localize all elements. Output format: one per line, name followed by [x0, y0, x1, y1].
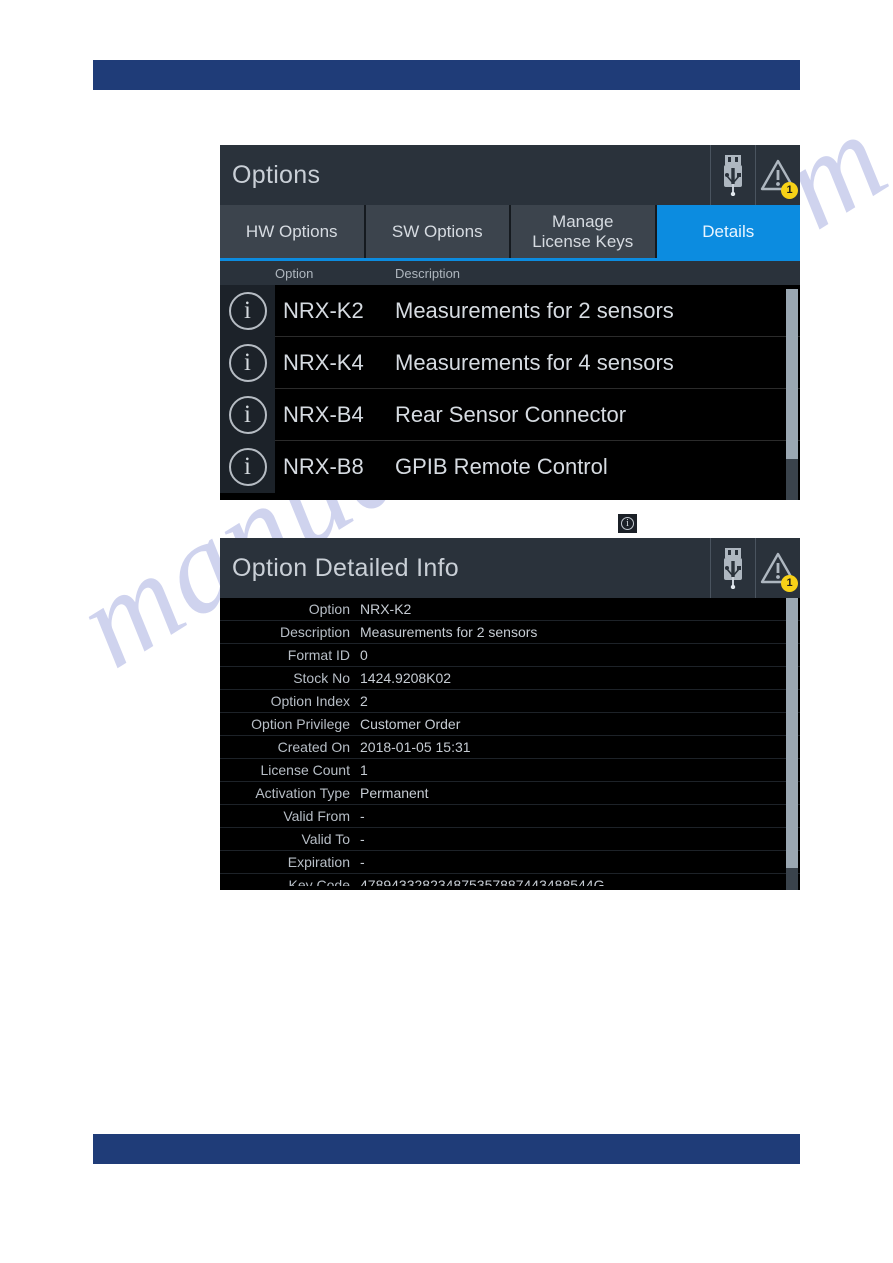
tab-sw-options[interactable]: SW Options: [365, 205, 509, 258]
row-option-name: NRX-K4: [283, 349, 364, 375]
detail-scrollbar[interactable]: [786, 598, 798, 890]
detail-row: License Count 1: [220, 759, 800, 782]
options-table-body: i NRX-K2 Measurements for 2 sensors i NR…: [220, 284, 800, 493]
detail-label: Option Privilege: [251, 716, 350, 732]
detail-row: Stock No 1424.9208K02: [220, 667, 800, 690]
usb-icon: [724, 155, 742, 196]
usb-status-cell[interactable]: [710, 145, 755, 205]
detail-value: Customer Order: [360, 716, 461, 732]
detail-value: -: [360, 808, 365, 824]
detail-value: 0: [360, 647, 368, 663]
options-panel-title: Options: [232, 160, 321, 189]
detail-label: Activation Type: [255, 785, 350, 801]
detail-row: Expiration -: [220, 851, 800, 874]
tab-manage-license-keys-line1: Manage: [552, 212, 614, 232]
tab-hw-options[interactable]: HW Options: [220, 205, 364, 258]
detail-label: License Count: [260, 762, 350, 778]
table-row[interactable]: i NRX-B8 GPIB Remote Control: [220, 441, 800, 493]
warning-status-cell[interactable]: 1: [755, 145, 800, 205]
detail-label: Expiration: [287, 854, 350, 870]
detail-row: Key Code 478943328234875357887443488544G: [220, 874, 800, 886]
detail-row: Option Privilege Customer Order: [220, 713, 800, 736]
options-panel-titlebar: Options 1: [220, 145, 800, 205]
detail-row: Option Index 2: [220, 690, 800, 713]
options-tab-bar: HW Options SW Options Manage License Key…: [220, 205, 800, 261]
detail-value: 478943328234875357887443488544G: [360, 877, 605, 886]
warning-status-cell[interactable]: 1: [755, 538, 800, 598]
detail-row: Valid From -: [220, 805, 800, 828]
tab-details[interactable]: Details: [656, 205, 800, 258]
detail-label: Created On: [277, 739, 350, 755]
inline-info-chip[interactable]: i: [618, 514, 637, 533]
detail-label: Valid To: [301, 831, 350, 847]
info-icon: i: [228, 343, 267, 382]
detail-label: Stock No: [293, 670, 350, 686]
options-scrollbar-thumb[interactable]: [786, 289, 798, 459]
detail-panel-titlebar: Option Detailed Info 1: [220, 538, 800, 598]
detail-row: Valid To -: [220, 828, 800, 851]
detail-label: Key Code: [288, 877, 350, 886]
detail-scrollbar-track[interactable]: [786, 868, 798, 890]
row-option-name: NRX-K2: [283, 297, 364, 323]
detail-label: Format ID: [287, 647, 350, 663]
options-scrollbar-track[interactable]: [786, 459, 798, 500]
detail-label: Option Index: [270, 693, 350, 709]
warning-badge-count: 1: [781, 182, 798, 199]
detail-scrollbar-thumb[interactable]: [786, 598, 798, 868]
usb-icon: [724, 548, 742, 589]
detail-label: Valid From: [283, 808, 350, 824]
table-row[interactable]: i NRX-B4 Rear Sensor Connector: [220, 388, 800, 441]
row-option-description: Measurements for 2 sensors: [395, 297, 674, 323]
row-option-description: Rear Sensor Connector: [395, 401, 627, 427]
detail-row: Created On 2018-01-05 15:31: [220, 736, 800, 759]
document-footer-bar: [93, 1134, 800, 1164]
options-panel: Options 1 HW Options SW Options Manage L…: [220, 145, 800, 500]
info-icon: i: [228, 291, 267, 330]
detail-value: Measurements for 2 sensors: [360, 624, 538, 640]
detail-value: Permanent: [360, 785, 429, 801]
detail-value: 1424.9208K02: [360, 670, 452, 686]
detail-row: Format ID 0: [220, 644, 800, 667]
row-option-description: GPIB Remote Control: [395, 454, 608, 479]
row-info-button[interactable]: i: [220, 388, 275, 441]
row-info-button[interactable]: i: [220, 336, 275, 389]
table-row[interactable]: i NRX-K2 Measurements for 2 sensors: [220, 284, 800, 337]
info-icon: i: [228, 448, 267, 486]
document-header-bar: [93, 60, 800, 90]
detail-value: -: [360, 831, 365, 847]
detail-value: 1: [360, 762, 368, 778]
info-icon: i: [228, 395, 267, 434]
options-scrollbar[interactable]: [786, 289, 798, 500]
options-column-header: Option Description: [220, 261, 800, 285]
tab-manage-license-keys[interactable]: Manage License Keys: [511, 205, 655, 258]
warning-badge-count: 1: [781, 575, 798, 592]
usb-status-cell[interactable]: [710, 538, 755, 598]
row-option-name: NRX-B4: [283, 401, 364, 427]
tab-manage-license-keys-line2: License Keys: [532, 231, 634, 251]
detail-value: 2018-01-05 15:31: [360, 739, 471, 755]
detail-value: 2: [360, 693, 368, 709]
row-info-button[interactable]: i: [220, 284, 275, 337]
detail-value: -: [360, 854, 365, 870]
detail-label: Option: [308, 601, 350, 617]
info-icon: i: [621, 517, 634, 530]
row-info-button[interactable]: i: [220, 441, 275, 493]
option-detail-panel: Option Detailed Info 1 Option NRX-K2 Des…: [220, 538, 800, 890]
detail-label: Description: [279, 624, 350, 640]
detail-row: Description Measurements for 2 sensors: [220, 621, 800, 644]
column-header-option: Option: [275, 265, 314, 281]
table-row[interactable]: i NRX-K4 Measurements for 4 sensors: [220, 336, 800, 389]
detail-row: Activation Type Permanent: [220, 782, 800, 805]
detail-row: Option NRX-K2: [220, 598, 800, 621]
row-option-name: NRX-B8: [283, 454, 364, 479]
detail-value: NRX-K2: [360, 601, 412, 617]
document-page: manualshive.com Options: [0, 0, 893, 1263]
detail-list: Option NRX-K2 Description Measurements f…: [220, 598, 800, 886]
detail-panel-title: Option Detailed Info: [232, 553, 459, 582]
column-header-description: Description: [395, 265, 461, 281]
row-option-description: Measurements for 4 sensors: [395, 349, 674, 375]
